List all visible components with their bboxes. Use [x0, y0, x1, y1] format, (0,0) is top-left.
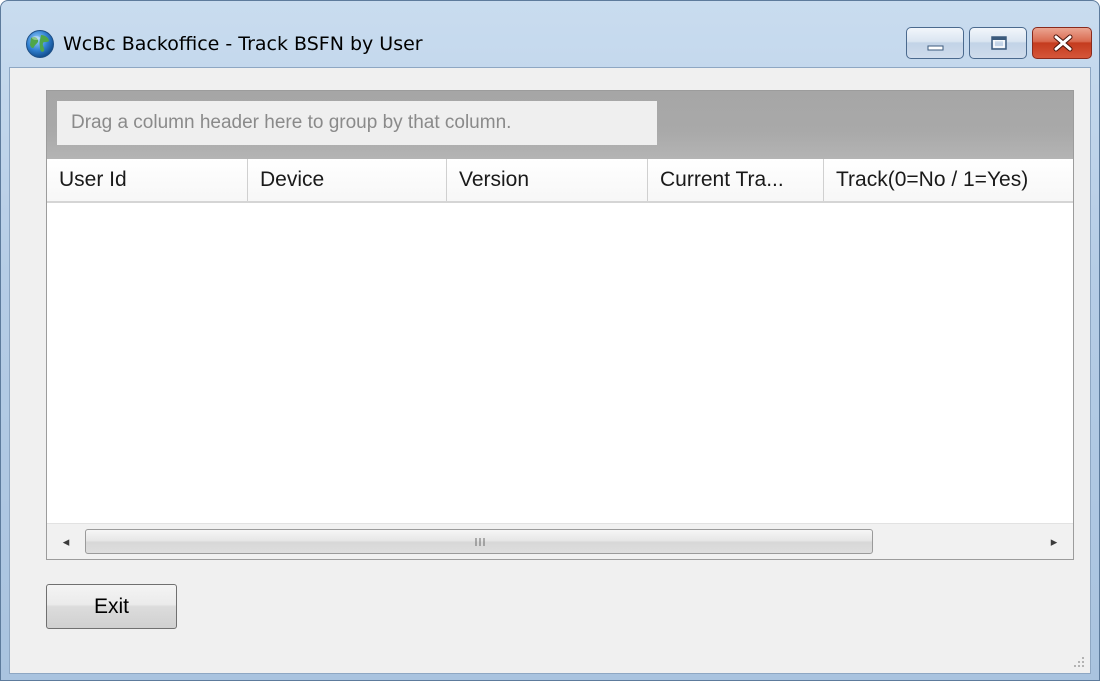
title-bar[interactable]: WcBc Backoffice - Track BSFN by User: [1, 1, 1099, 67]
grip-icon: [475, 538, 485, 546]
window-title: WcBc Backoffice - Track BSFN by User: [63, 33, 423, 55]
scroll-right-arrow-icon[interactable]: ▸: [1037, 524, 1071, 559]
minimize-button[interactable]: [906, 27, 964, 59]
maximize-button[interactable]: [969, 27, 1027, 59]
minimize-icon: [927, 45, 944, 51]
exit-button[interactable]: Exit: [46, 584, 177, 629]
close-button[interactable]: [1032, 27, 1092, 59]
app-window: WcBc Backoffice - Track BSFN by User Dra…: [0, 0, 1100, 681]
column-header-device[interactable]: Device: [248, 159, 447, 201]
close-icon: [1053, 34, 1073, 52]
group-by-hint: Drag a column header here to group by th…: [57, 101, 657, 145]
globe-icon: [26, 30, 54, 58]
client-area: Drag a column header here to group by th…: [9, 67, 1091, 674]
column-header-track[interactable]: Track(0=No / 1=Yes): [824, 159, 1073, 201]
scroll-left-arrow-icon[interactable]: ◂: [49, 524, 83, 559]
column-header-row: User Id Device Version Current Tra... Tr…: [47, 159, 1073, 203]
horizontal-scrollbar[interactable]: ◂ ▸: [47, 523, 1073, 559]
column-header-current-track[interactable]: Current Tra...: [648, 159, 824, 201]
scrollbar-thumb[interactable]: [85, 529, 873, 554]
column-header-version[interactable]: Version: [447, 159, 648, 201]
group-by-panel[interactable]: Drag a column header here to group by th…: [47, 91, 1073, 159]
grid-rows-area[interactable]: [47, 203, 1073, 523]
resize-grip-icon[interactable]: [1072, 655, 1086, 669]
maximize-icon: [991, 36, 1007, 50]
column-header-user-id[interactable]: User Id: [47, 159, 248, 201]
data-grid: Drag a column header here to group by th…: [46, 90, 1074, 560]
